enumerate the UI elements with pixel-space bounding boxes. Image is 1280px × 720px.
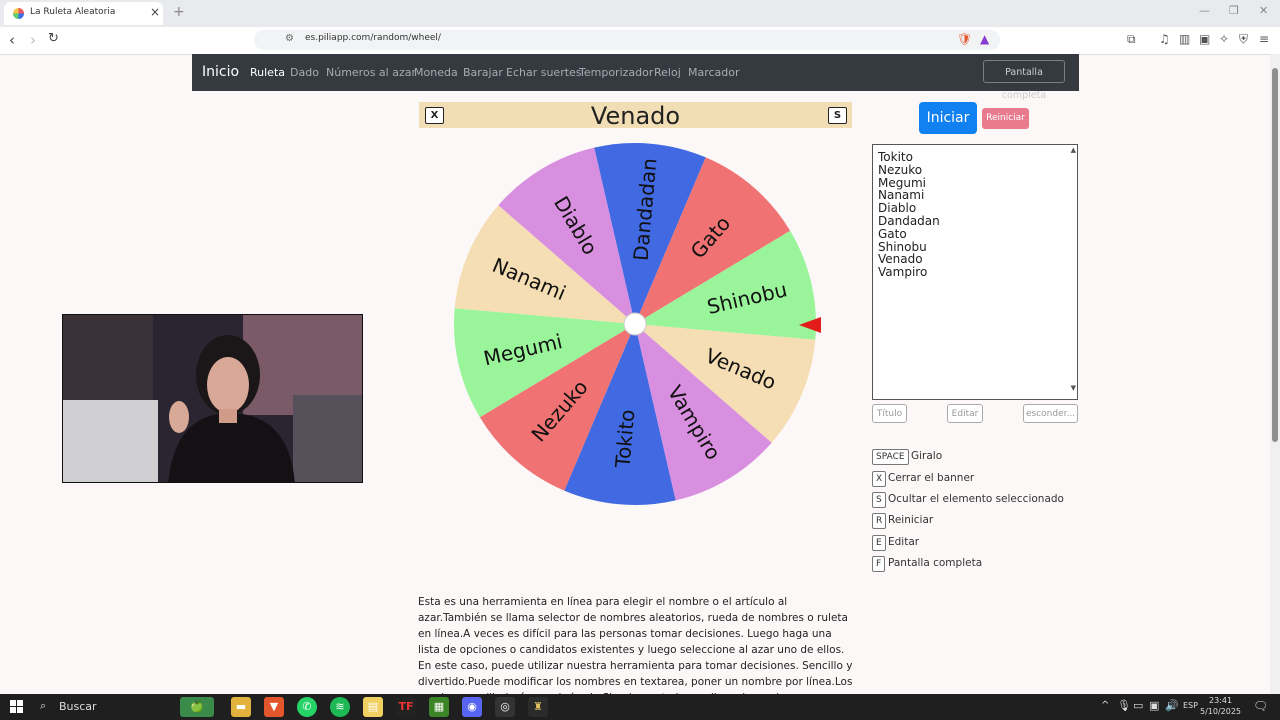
site-navbar: Inicio Ruleta Dado Números al azar Moned… [192, 54, 1079, 101]
nav-link-temporizador[interactable]: Temporizador [579, 66, 653, 79]
minecraft-icon[interactable]: ▦ [429, 697, 449, 717]
nav-link-moneda[interactable]: Moneda [414, 66, 458, 79]
minimize-icon[interactable]: — [1199, 4, 1210, 17]
description-text: Esta es una herramienta en línea para el… [418, 596, 853, 704]
menu-icon[interactable]: ≡ [1259, 32, 1269, 46]
webcam-overlay [62, 314, 363, 483]
shortcut-label: Reiniciar [888, 514, 934, 526]
url-text[interactable]: es.piliapp.com/random/wheel/ [305, 33, 441, 43]
hide-selected-button[interactable]: S [828, 107, 847, 124]
volume-icon[interactable]: 🔊 [1165, 699, 1179, 712]
webcam-video-frame [63, 315, 362, 482]
scroll-down-icon[interactable]: ▼ [1071, 384, 1076, 392]
clock-date: 5/10/2025 [1200, 707, 1242, 716]
tab-title: La Ruleta Aleatoria [30, 7, 116, 17]
shortcut-key: E [872, 535, 886, 551]
browser-tab[interactable]: La Ruleta Aleatoria × [4, 2, 163, 25]
winner-text: Venado [590, 102, 681, 130]
media-icon[interactable]: ♫ [1159, 32, 1170, 46]
hide-button[interactable]: esconder... [1023, 404, 1078, 423]
shortcut-key: SPACE [872, 449, 909, 465]
start-button[interactable]: Iniciar [919, 102, 977, 134]
nav-link-ruleta[interactable]: Ruleta [250, 66, 285, 79]
notes-icon[interactable]: ▤ [363, 697, 383, 717]
taskbar-clock[interactable]: 23:41 5/10/2025 [1200, 695, 1241, 717]
reset-button[interactable]: Reiniciar [982, 108, 1029, 129]
nav-link-reloj[interactable]: Reloj [654, 66, 681, 79]
game-launcher-icon[interactable]: ♜ [528, 697, 548, 717]
shortcut-key: S [872, 492, 886, 508]
close-tab-icon[interactable]: × [150, 5, 160, 19]
scrollbar-thumb[interactable] [1272, 68, 1278, 442]
shortcut-label: Cerrar el banner [888, 472, 975, 484]
address-bar[interactable]: ⚙ es.piliapp.com/random/wheel/ 🛡 ▲ [254, 30, 1000, 50]
widgets-icon[interactable]: 🍏 [180, 697, 214, 717]
brand-link[interactable]: Inicio [202, 64, 239, 80]
browser-toolbar: ‹ › ↻ 🔖 ⚙ es.piliapp.com/random/wheel/ 🛡… [0, 27, 1280, 55]
whatsapp-icon[interactable]: ✆ [297, 697, 317, 717]
microphone-icon[interactable]: 🎙 [1117, 699, 1131, 712]
browser-tab-bar: La Ruleta Aleatoria × + — ❐ ✕ [0, 0, 1280, 27]
scroll-up-icon[interactable]: ▲ [1071, 146, 1076, 154]
nav-link-dado[interactable]: Dado [290, 66, 319, 79]
shortcut-key: R [872, 513, 887, 529]
close-banner-button[interactable]: X [425, 107, 444, 124]
shortcut-label: Giralo [911, 450, 943, 462]
windows-taskbar: ⌕ Buscar 🍏 ▬ ▼ ✆ ≋ ▤ TF ▦ ◉ ◎ ♜ ^ 🎙 ▭ ▣ … [0, 694, 1280, 720]
spotify-icon[interactable]: ≋ [330, 697, 350, 717]
taskbar-search[interactable]: Buscar [59, 700, 97, 713]
nav-link-echar-suertes[interactable]: Echar suertes [506, 66, 582, 79]
new-tab-icon[interactable]: + [173, 4, 185, 20]
tray-chevron-icon[interactable]: ^ [1101, 700, 1109, 711]
shortcut-label: Editar [888, 536, 920, 548]
wallet-icon[interactable]: ▣ [1199, 32, 1210, 46]
display-icon[interactable]: ▭ [1133, 699, 1143, 712]
brave-rewards-icon[interactable]: ▲ [980, 32, 989, 46]
forward-icon[interactable]: › [30, 31, 36, 49]
fullscreen-button[interactable]: Pantalla completa [983, 60, 1065, 101]
wheel-favicon-icon [13, 8, 24, 19]
language-indicator[interactable]: ESP [1183, 701, 1198, 710]
restore-icon[interactable]: ❐ [1229, 4, 1239, 17]
brave-shield-icon[interactable]: 🛡 [957, 32, 972, 46]
close-window-icon[interactable]: ✕ [1259, 4, 1268, 17]
shortcut-label: Pantalla completa [888, 557, 983, 569]
shortcut-key: X [872, 471, 887, 487]
nav-link-barajar[interactable]: Barajar [463, 66, 503, 79]
shortcut-label: Ocultar el elemento seleccionado [888, 493, 1064, 505]
wheel-pointer-icon [799, 317, 821, 333]
reload-icon[interactable]: ↻ [48, 31, 59, 46]
vpn-icon[interactable]: ⛨ [1239, 32, 1248, 47]
names-textarea-content[interactable]: Tokito Nezuko Megumi Nanami Diablo Danda… [878, 151, 940, 279]
spin-wheel[interactable]: TokitoNezukoMegumiNanamiDiablo Dandadan Ga… [453, 142, 817, 506]
names-textarea[interactable]: Tokito Nezuko Megumi Nanami Diablo Danda… [872, 144, 1078, 400]
discord-icon[interactable]: ◉ [462, 697, 482, 717]
tf-app-icon[interactable]: TF [396, 697, 416, 717]
search-icon: ⌕ [40, 699, 47, 712]
sidebar-icon[interactable]: ▥ [1179, 32, 1190, 46]
clock-time: 23:41 [1208, 696, 1233, 705]
result-banner: Venado X S [419, 102, 852, 130]
file-explorer-icon[interactable]: ▬ [231, 697, 251, 717]
page-scrollbar[interactable] [1270, 54, 1280, 694]
edit-button[interactable]: Editar [947, 404, 983, 423]
back-icon[interactable]: ‹ [9, 31, 15, 49]
notifications-icon[interactable]: 🗨 [1253, 699, 1268, 713]
nav-link-marcador[interactable]: Marcador [688, 66, 740, 79]
leo-ai-icon[interactable]: ✧ [1219, 32, 1229, 46]
site-settings-icon[interactable]: ⚙ [285, 33, 294, 44]
obs-icon[interactable]: ◎ [495, 697, 515, 717]
shortcut-key: F [872, 556, 886, 572]
windows-start-icon[interactable] [10, 700, 23, 713]
wheel-hub [623, 312, 647, 336]
brave-browser-icon[interactable]: ▼ [264, 697, 284, 717]
nav-link-numeros[interactable]: Números al azar [326, 66, 416, 79]
title-button[interactable]: Título [872, 404, 907, 423]
network-icon[interactable]: ▣ [1149, 699, 1159, 712]
screenshot-icon[interactable]: ⧉ [1127, 32, 1136, 47]
